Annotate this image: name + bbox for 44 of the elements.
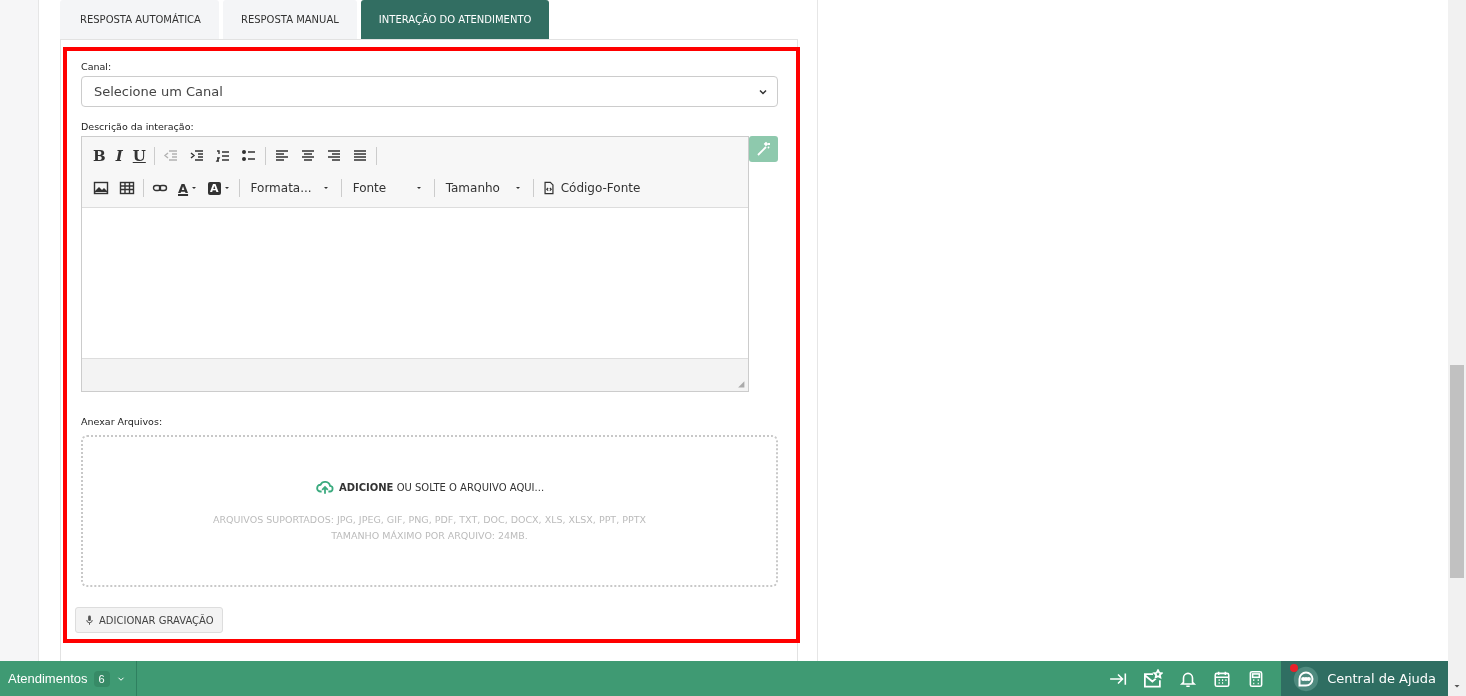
chat-bubble-icon bbox=[1293, 665, 1320, 692]
help-center-button[interactable]: Central de Ajuda bbox=[1281, 661, 1448, 696]
magic-wand-icon bbox=[755, 141, 772, 157]
envelope-star-icon bbox=[1143, 668, 1164, 689]
channel-select[interactable]: Selecione um Canal bbox=[81, 76, 778, 107]
drop-instruction: ADICIONE OU SOLTE O ARQUIVO AQUI... bbox=[338, 481, 545, 493]
justify-icon bbox=[351, 148, 368, 164]
image-icon bbox=[93, 180, 109, 196]
tab[interactable]: RESPOSTA AUTOMÁTICA bbox=[60, 0, 219, 39]
add-recording-button[interactable]: ADICIONAR GRAVAÇÃO bbox=[75, 607, 223, 633]
caret-icon bbox=[190, 184, 199, 192]
file-drop-zone[interactable]: ADICIONE OU SOLTE O ARQUIVO AQUI... ARQUIVOS SUPORTADOS: JPG, JPEG, GIF, PNG, PDF, TXT, DOC, DOCX, XLS, XLSX, PPT, PPTX TAMANHO MÁXIMO POR ARQUIVO: 24MB. bbox=[81, 435, 778, 587]
field-label: Descrição da interação: bbox=[81, 121, 195, 132]
toolbar-dropdown[interactable]: Formata... bbox=[242, 178, 338, 198]
text-color-button[interactable]: A bbox=[173, 177, 204, 199]
field-label: Anexar Arquivos: bbox=[81, 416, 164, 427]
field-label: Canal: bbox=[81, 61, 113, 72]
numlist-icon bbox=[214, 148, 231, 164]
bold-button[interactable]: B bbox=[88, 144, 111, 168]
caret-down-icon bbox=[1453, 682, 1461, 690]
max-size-text: TAMANHO MÁXIMO POR ARQUIVO: 24MB. bbox=[331, 529, 528, 543]
microphone-icon bbox=[84, 614, 95, 626]
indent-icon bbox=[188, 148, 205, 164]
tab[interactable]: RESPOSTA MANUAL bbox=[222, 0, 357, 39]
aligncenter-icon bbox=[299, 148, 316, 164]
cloud-upload-icon bbox=[314, 478, 335, 496]
rich-text-editor[interactable]: B I U A A Formata... Fonte Tamanho Código-Fonte bbox=[81, 136, 750, 392]
calendar-icon bbox=[1213, 669, 1232, 688]
background-color-button[interactable]: A bbox=[203, 178, 236, 198]
italic-button[interactable]: I bbox=[110, 144, 128, 168]
scrollbar-thumb[interactable] bbox=[1450, 365, 1464, 578]
supported-formats-text: ARQUIVOS SUPORTADOS: JPG, JPEG, GIF, PNG, PDF, TXT, DOC, DOCX, XLS, XLSX, PPT, PPTX bbox=[213, 513, 646, 527]
alignleft-icon bbox=[273, 148, 290, 164]
attendances-button[interactable]: Atendimentos 6 bbox=[0, 661, 137, 696]
toolbar-dropdown[interactable]: Fonte bbox=[344, 178, 431, 198]
underline-button[interactable]: U bbox=[127, 144, 151, 168]
toolbar-dropdown[interactable]: Tamanho bbox=[437, 178, 530, 198]
bullist-icon bbox=[240, 148, 257, 164]
outdent-icon bbox=[162, 148, 179, 164]
tab[interactable]: INTERAÇÃO DO ATENDIMENTO bbox=[360, 0, 550, 39]
table-icon bbox=[119, 180, 135, 196]
code-file-icon bbox=[541, 181, 556, 195]
alignright-icon bbox=[325, 148, 342, 164]
source-code-button[interactable]: Código-Fonte bbox=[536, 178, 646, 198]
